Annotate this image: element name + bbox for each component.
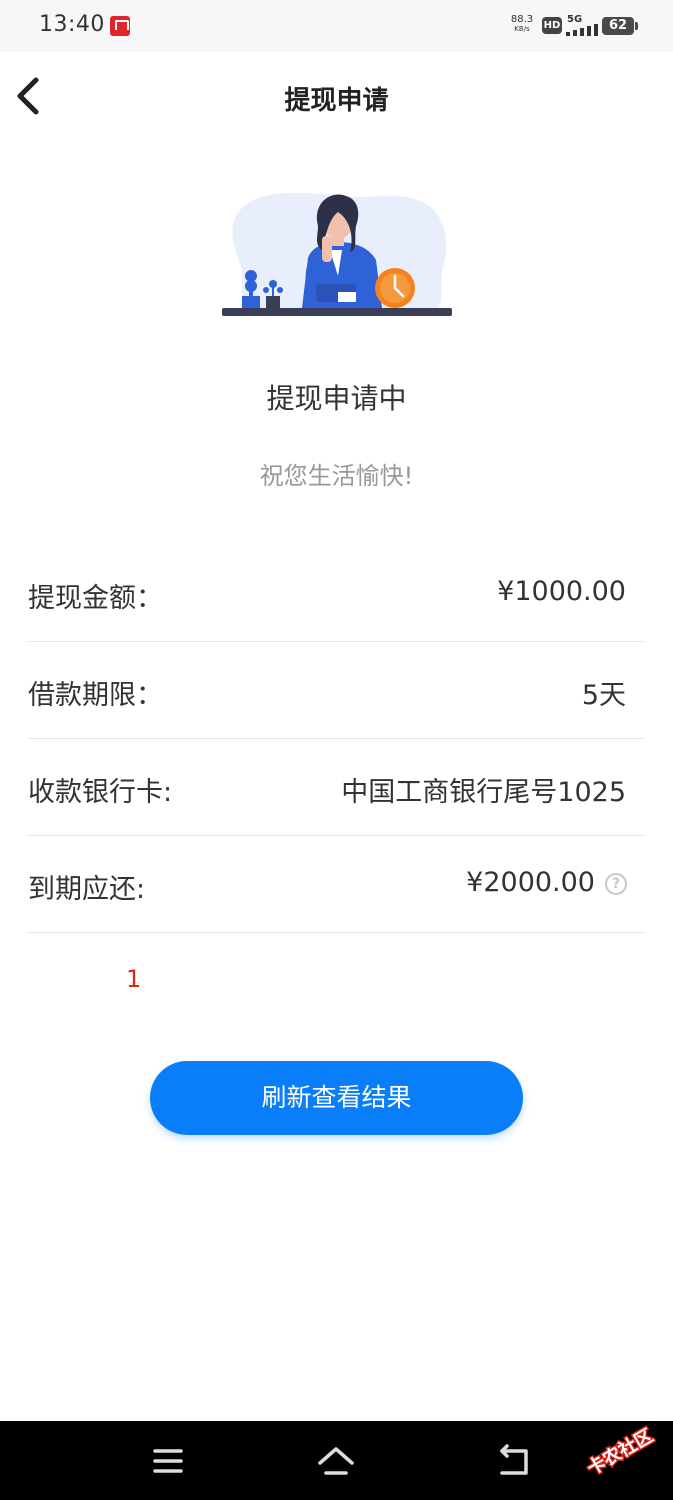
- term-value: 5天: [581, 680, 626, 711]
- red-note: 1: [126, 965, 142, 993]
- amount-label: 提现金额：: [28, 583, 163, 614]
- woman-at-desk-illustration: [218, 180, 458, 322]
- repayment-label: 到期应还:: [28, 874, 146, 905]
- home-button[interactable]: [314, 1439, 358, 1483]
- svg-text:卡农社区: 卡农社区: [583, 1424, 656, 1478]
- info-row-amount: 提现金额： ¥1000.00: [28, 545, 645, 642]
- back-icon: [500, 1444, 528, 1475]
- info-row-term: 借款期限： 5天: [28, 642, 645, 739]
- status-title: 提现申请中: [266, 382, 407, 415]
- battery-icon: 62: [602, 17, 638, 35]
- hd-icon: HD: [542, 17, 562, 34]
- home-icon: [318, 1447, 354, 1475]
- help-icon[interactable]: ?: [605, 873, 627, 895]
- menu-button[interactable]: [146, 1439, 190, 1483]
- status-bar: 13:40 88.3 KB/s HD 5G 62: [0, 0, 673, 52]
- term-label: 借款期限：: [28, 680, 163, 711]
- system-back-button[interactable]: [492, 1439, 536, 1483]
- notification-app-icon: [110, 16, 130, 36]
- status-time: 13:40: [39, 12, 105, 37]
- network-speed-value: 88.3: [510, 14, 534, 25]
- info-row-bank-card: 收款银行卡: 中国工商银行尾号1025: [28, 739, 645, 836]
- page-title: 提现申请: [284, 86, 389, 116]
- info-row-repayment: 到期应还: ¥2000.00 ?: [28, 836, 645, 933]
- bank-card-value: 中国工商银行尾号1025: [341, 777, 626, 808]
- repayment-value: ¥2000.00: [466, 867, 595, 898]
- refresh-result-button[interactable]: 刷新查看结果: [150, 1061, 523, 1135]
- network-speed-unit: KB/s: [514, 25, 530, 33]
- withdrawal-info-list: 提现金额： ¥1000.00 借款期限： 5天 收款银行卡: 中国工商银行尾号1…: [28, 545, 645, 933]
- menu-icon: [153, 1449, 183, 1473]
- nav-bar: 提现申请: [0, 52, 673, 142]
- network-speed: 88.3 KB/s: [508, 15, 536, 34]
- watermark-logo: 卡农社区: [582, 1423, 658, 1480]
- amount-value: ¥1000.00: [497, 576, 626, 607]
- signal-icon: [566, 24, 598, 36]
- bank-card-label: 收款银行卡:: [28, 777, 173, 808]
- status-subtitle: 祝您生活愉快!: [259, 462, 414, 490]
